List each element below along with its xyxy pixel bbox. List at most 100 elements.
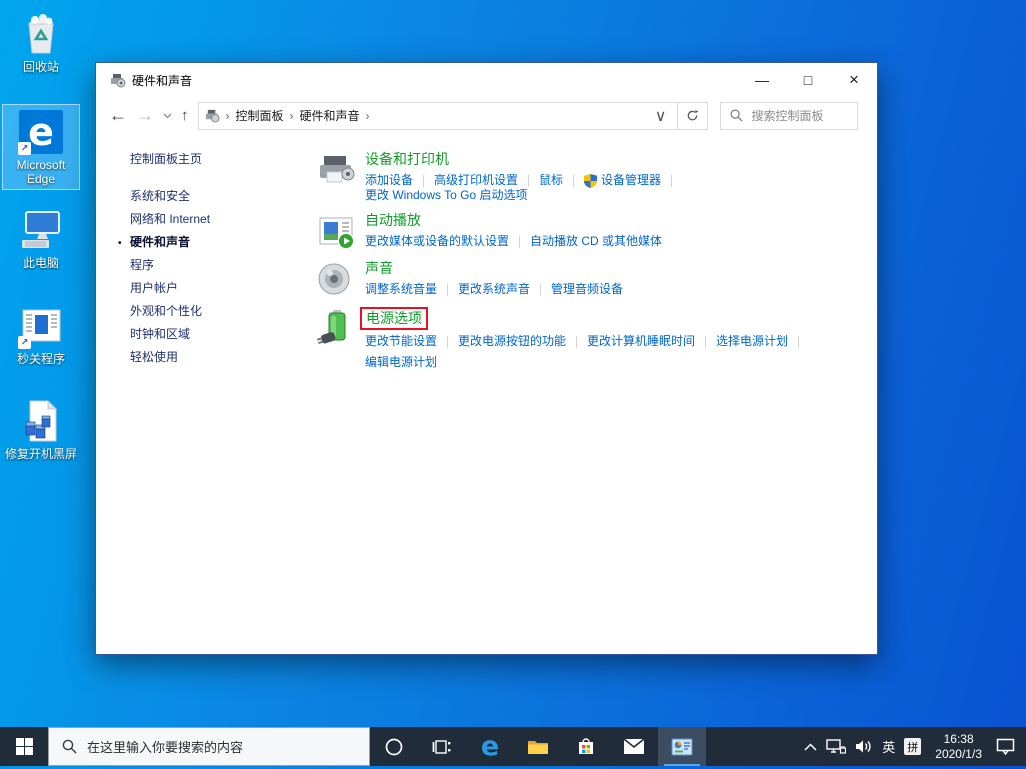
- close-button[interactable]: ×: [831, 63, 877, 97]
- sidebar-item-home[interactable]: 控制面板主页: [130, 153, 210, 166]
- maximize-button[interactable]: □: [785, 63, 831, 97]
- mail-button[interactable]: [610, 727, 658, 766]
- control-panel-taskbar-button[interactable]: [658, 727, 706, 766]
- address-location-icon[interactable]: [205, 108, 220, 123]
- desktop-icon-registry-file[interactable]: 修复开机黑屏: [2, 393, 80, 465]
- link-change-power-saving[interactable]: 更改节能设置: [365, 334, 458, 349]
- breadcrumb-control-panel[interactable]: 控制面板: [236, 107, 284, 124]
- link-change-system-sounds[interactable]: 更改系统声音: [458, 282, 551, 297]
- desktop-icon-label: 修复开机黑屏: [5, 447, 77, 461]
- shortcut-arrow-icon: ↗: [18, 336, 31, 349]
- taskbar: 在这里输入你要搜索的内容 e: [0, 727, 1026, 766]
- sidebar-item-user-accounts[interactable]: 用户帐户: [130, 282, 210, 295]
- minimize-button[interactable]: —: [739, 63, 785, 97]
- desktop-icon-recycle-bin[interactable]: 回收站: [2, 6, 80, 78]
- start-button[interactable]: [0, 727, 48, 766]
- search-placeholder: 搜索控制面板: [752, 107, 824, 124]
- sidebar-item-clock-region[interactable]: 时钟和区域: [130, 328, 210, 341]
- power-options-icon[interactable]: [316, 307, 356, 347]
- hidden-icons-chevron-icon[interactable]: [804, 743, 817, 751]
- sidebar: 控制面板主页 系统和安全 网络和 Internet •硬件和声音 程序 用户帐户…: [130, 153, 210, 374]
- window-title: 硬件和声音: [132, 72, 192, 89]
- network-icon[interactable]: [826, 739, 846, 755]
- breadcrumb-separator: ›: [366, 109, 370, 123]
- section-title-power-options-highlighted[interactable]: 电源选项: [360, 307, 428, 330]
- link-autoplay-cd[interactable]: 自动播放 CD 或其他媒体: [530, 234, 662, 249]
- section-title-devices-printers[interactable]: 设备和打印机: [365, 150, 449, 169]
- desktop-icon-label: 此电脑: [23, 256, 59, 270]
- up-button[interactable]: ↑: [181, 107, 189, 124]
- link-power-button-function[interactable]: 更改电源按钮的功能: [458, 334, 587, 349]
- link-choose-power-plan[interactable]: 选择电源计划: [716, 334, 809, 349]
- address-bar[interactable]: › 控制面板 › 硬件和声音 › ∨: [198, 102, 678, 130]
- sidebar-item-appearance[interactable]: 外观和个性化: [130, 305, 210, 318]
- section-sound: 声音 调整系统音量 更改系统声音 管理音频设备: [316, 259, 821, 299]
- section-power-options: 电源选项 更改节能设置 更改电源按钮的功能 更改计算机睡眠时间 选择电源计划 编…: [316, 307, 821, 370]
- mail-icon: [623, 738, 645, 755]
- taskbar-clock[interactable]: 16:38 2020/1/3: [935, 732, 982, 762]
- link-advanced-printer-setup[interactable]: 高级打印机设置: [434, 173, 539, 188]
- task-view-icon: [432, 737, 452, 757]
- file-explorer-button[interactable]: [514, 727, 562, 766]
- control-panel-search-input[interactable]: 搜索控制面板: [720, 102, 858, 130]
- cortana-button[interactable]: [370, 727, 418, 766]
- uac-shield-icon: [584, 174, 597, 188]
- desktop-icon-this-pc[interactable]: 此电脑: [2, 202, 80, 274]
- sound-icon[interactable]: [316, 259, 356, 299]
- category-list: 设备和打印机 添加设备 高级打印机设置 鼠标: [316, 150, 821, 378]
- this-pc-icon: [17, 206, 65, 254]
- microsoft-store-button[interactable]: [562, 727, 610, 766]
- edge-taskbar-button[interactable]: e: [466, 727, 514, 766]
- action-center-icon[interactable]: [996, 738, 1015, 755]
- ime-language-indicator[interactable]: 英: [882, 737, 895, 756]
- link-windows-to-go[interactable]: 更改 Windows To Go 启动选项: [365, 188, 527, 203]
- taskbar-search-placeholder: 在这里输入你要搜索的内容: [87, 737, 243, 756]
- refresh-button[interactable]: [678, 102, 708, 130]
- registry-file-icon: [17, 397, 65, 445]
- link-device-manager[interactable]: 设备管理器: [584, 173, 682, 188]
- cortana-icon: [384, 737, 404, 757]
- control-panel-icon: [671, 738, 693, 756]
- section-title-sound[interactable]: 声音: [365, 259, 393, 278]
- edge-icon: e ↗: [17, 108, 65, 156]
- forward-button[interactable]: →: [136, 105, 154, 126]
- sidebar-item-hardware-sound[interactable]: •硬件和声音: [130, 236, 210, 249]
- title-bar[interactable]: 硬件和声音 — □ ×: [96, 63, 877, 97]
- link-edit-power-plan[interactable]: 编辑电源计划: [365, 355, 437, 370]
- edge-icon: e: [481, 733, 499, 760]
- sidebar-item-network-internet[interactable]: 网络和 Internet: [130, 213, 210, 226]
- desktop-icon-label: Microsoft Edge: [5, 158, 77, 186]
- desktop-icon-microsoft-edge[interactable]: e ↗ Microsoft Edge: [2, 104, 80, 190]
- desktop-background: 回收站 e ↗ Microsoft Edge 此电脑 ↗: [0, 0, 1026, 769]
- section-title-autoplay[interactable]: 自动播放: [365, 211, 421, 230]
- system-tray: 英 拼 16:38 2020/1/3: [804, 727, 1026, 766]
- sidebar-item-system-security[interactable]: 系统和安全: [130, 190, 210, 203]
- task-view-button[interactable]: [418, 727, 466, 766]
- history-chevron-icon[interactable]: [163, 113, 172, 119]
- control-panel-window: 硬件和声音 — □ × ← → ↑: [95, 62, 878, 655]
- link-change-sleep-time[interactable]: 更改计算机睡眠时间: [587, 334, 716, 349]
- breadcrumb-separator: ›: [290, 109, 294, 123]
- link-add-device[interactable]: 添加设备: [365, 173, 434, 188]
- devices-printers-icon[interactable]: [316, 150, 356, 190]
- taskbar-search-input[interactable]: 在这里输入你要搜索的内容: [48, 727, 370, 766]
- clock-date: 2020/1/3: [935, 747, 982, 762]
- clock-time: 16:38: [935, 732, 982, 747]
- file-explorer-icon: [527, 738, 549, 756]
- section-autoplay: 自动播放 更改媒体或设备的默认设置 自动播放 CD 或其他媒体: [316, 211, 821, 251]
- desktop-icon-app-shortcut[interactable]: ↗ 秒关程序: [2, 298, 80, 370]
- volume-icon[interactable]: [855, 739, 873, 754]
- sidebar-item-programs[interactable]: 程序: [130, 259, 210, 272]
- sidebar-item-ease-of-access[interactable]: 轻松使用: [130, 351, 210, 364]
- breadcrumb-hardware-sound[interactable]: 硬件和声音: [300, 107, 360, 124]
- address-dropdown-chevron-icon[interactable]: ∨: [649, 106, 673, 126]
- autoplay-icon[interactable]: [316, 211, 356, 251]
- link-mouse[interactable]: 鼠标: [539, 173, 584, 188]
- back-button[interactable]: ←: [109, 105, 127, 126]
- search-icon: [730, 109, 743, 122]
- link-manage-audio-devices[interactable]: 管理音频设备: [551, 282, 623, 297]
- link-adjust-volume[interactable]: 调整系统音量: [365, 282, 458, 297]
- navigation-bar: ← → ↑ › 控制面板 › 硬件和声音 ›: [96, 97, 877, 134]
- link-change-media-defaults[interactable]: 更改媒体或设备的默认设置: [365, 234, 530, 249]
- ime-mode-indicator[interactable]: 拼: [904, 738, 921, 755]
